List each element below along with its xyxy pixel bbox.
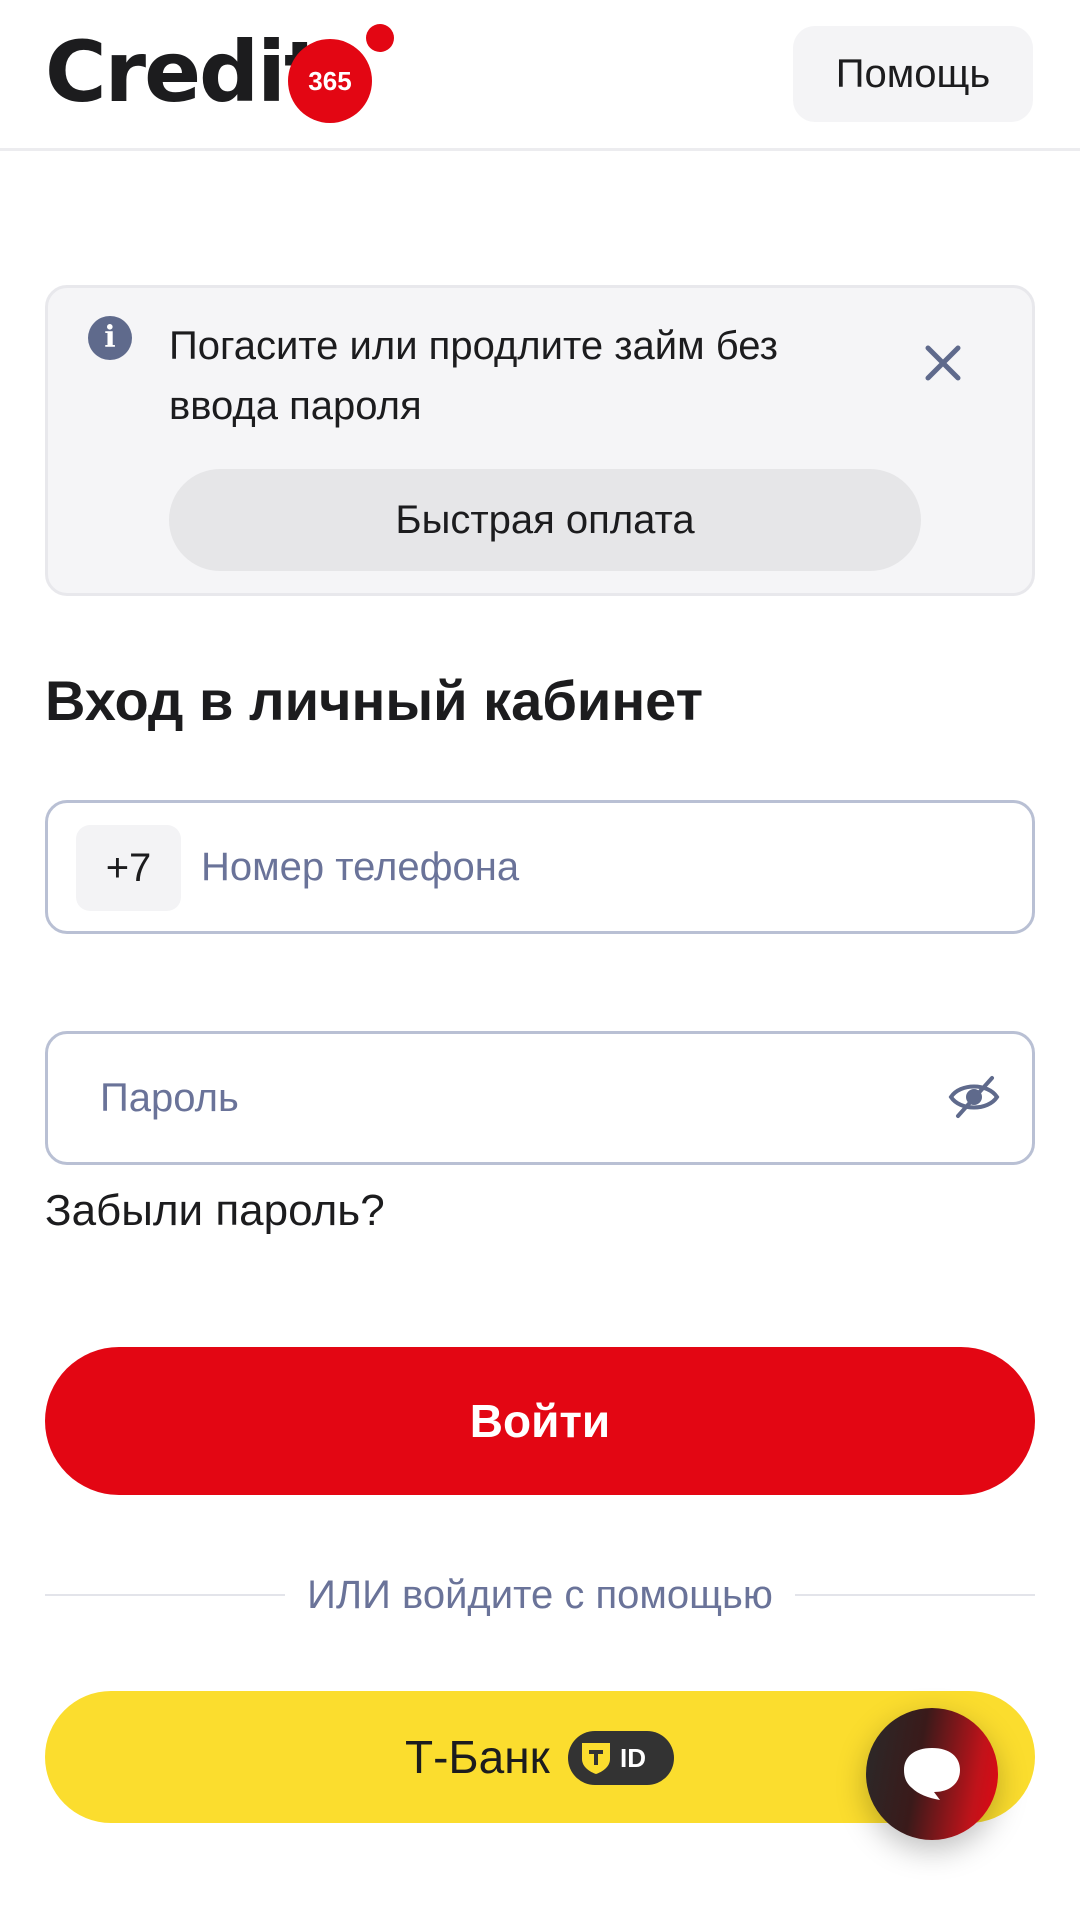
page-title: Вход в личный кабинет <box>45 669 703 732</box>
forgot-password-link[interactable]: Забыли пароль? <box>45 1186 385 1236</box>
logo-badge: 365 <box>288 39 372 123</box>
notice-text: Погасите или продлите займ без ввода пар… <box>169 324 778 428</box>
tbank-id-text: ID <box>620 1743 646 1773</box>
divider-label: ИЛИ войдите с помощью <box>299 1573 781 1617</box>
eye-off-icon[interactable] <box>948 1074 1000 1120</box>
quick-pay-notice: i Погасите или продлите займ без ввода п… <box>45 285 1035 596</box>
password-input[interactable]: Пароль <box>100 1034 239 1162</box>
quick-pay-button[interactable]: Быстрая оплата <box>169 469 921 571</box>
divider-text: ИЛИ войдите с помощью <box>45 1570 1035 1620</box>
chat-button[interactable] <box>866 1708 998 1840</box>
close-icon[interactable] <box>918 338 968 388</box>
country-code[interactable]: +7 <box>76 825 181 911</box>
info-icon: i <box>88 316 132 360</box>
tbank-shield-icon <box>582 1743 610 1774</box>
logo-text: Credit <box>45 23 324 121</box>
help-button[interactable]: Помощь <box>793 26 1033 122</box>
app-header: Credit 365 Помощь <box>0 0 1080 151</box>
tbank-id-badge: ID <box>568 1731 674 1785</box>
login-button[interactable]: Войти <box>45 1347 1035 1495</box>
or-divider: ИЛИ войдите с помощью <box>45 1570 1035 1620</box>
password-field[interactable]: Пароль <box>45 1031 1035 1165</box>
chat-bubble-icon <box>904 1748 960 1800</box>
phone-input[interactable]: Номер телефона <box>201 803 519 931</box>
phone-field[interactable]: +7 Номер телефона <box>45 800 1035 934</box>
tbank-label: Т-Банк <box>405 1731 550 1783</box>
logo-dot <box>366 24 394 52</box>
